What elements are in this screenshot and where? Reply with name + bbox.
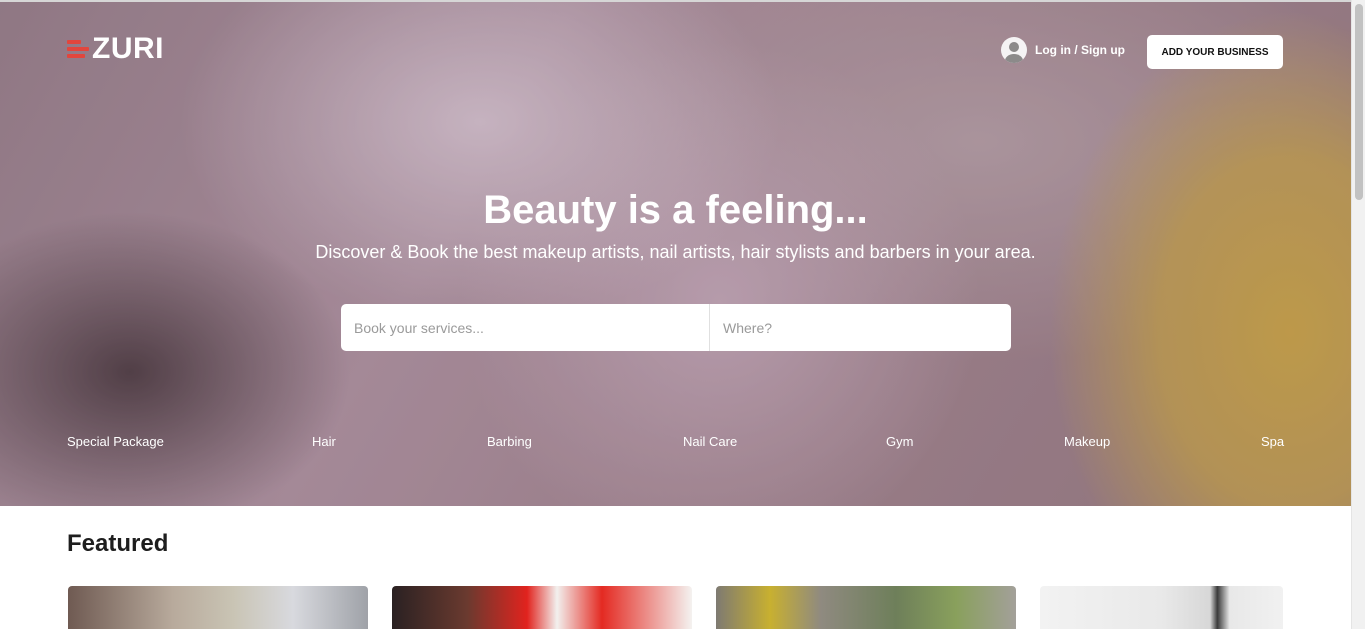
service-search-input[interactable] (341, 304, 710, 351)
category-special-package[interactable]: Special Package (67, 434, 164, 449)
zuri-logo[interactable]: ZURI (67, 34, 164, 64)
scrollbar-thumb[interactable] (1355, 4, 1363, 200)
hero-subline: Discover & Book the best makeup artists,… (315, 242, 1036, 262)
page-frame: ZURI Log in / Sign up ADD YOUR BUSINESS … (0, 0, 1351, 629)
search-bar (341, 304, 1011, 351)
featured-card-image[interactable] (1040, 586, 1283, 629)
hero-headline: Beauty is a feeling... (483, 188, 868, 232)
vertical-scrollbar[interactable] (1351, 0, 1365, 629)
location-search-input[interactable] (710, 304, 1011, 351)
featured-card-image[interactable] (716, 586, 1016, 629)
zuri-logo-icon (67, 37, 92, 61)
add-business-button[interactable]: ADD YOUR BUSINESS (1147, 35, 1283, 69)
featured-card-image[interactable] (68, 586, 368, 629)
featured-card-image[interactable] (392, 586, 692, 629)
category-nail-care[interactable]: Nail Care (683, 434, 737, 449)
category-makeup[interactable]: Makeup (1064, 434, 1110, 449)
category-hair[interactable]: Hair (312, 434, 336, 449)
login-label: Log in / Sign up (1035, 43, 1125, 57)
category-barbing[interactable]: Barbing (487, 434, 532, 449)
hero-banner: ZURI Log in / Sign up ADD YOUR BUSINESS … (0, 2, 1351, 506)
category-gym[interactable]: Gym (886, 434, 913, 449)
featured-heading: Featured (67, 530, 169, 557)
logo-text: ZURI (92, 32, 164, 65)
user-avatar-icon (1001, 37, 1027, 63)
category-nav: Special Package Hair Barbing Nail Care G… (67, 434, 1284, 452)
category-spa[interactable]: Spa (1261, 434, 1284, 449)
login-signup-link[interactable]: Log in / Sign up (1001, 37, 1125, 63)
